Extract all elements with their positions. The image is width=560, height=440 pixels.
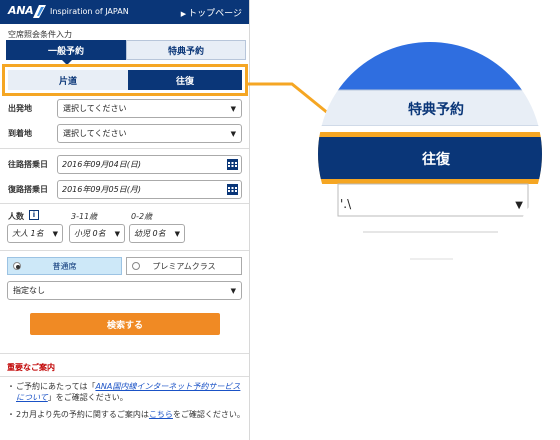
zoom-header-band	[318, 42, 542, 90]
zoom-magnifier: 特典予約 往復 '.\ ▼	[318, 42, 542, 266]
zoom-award-tab-label: 特典予約	[408, 101, 464, 118]
chevron-down-icon: ▼	[515, 200, 523, 211]
zoom-round-trip-label: 往復	[422, 151, 451, 168]
zoom-select-partial-text: '.\	[340, 197, 352, 211]
zoom-select-field	[337, 183, 529, 217]
